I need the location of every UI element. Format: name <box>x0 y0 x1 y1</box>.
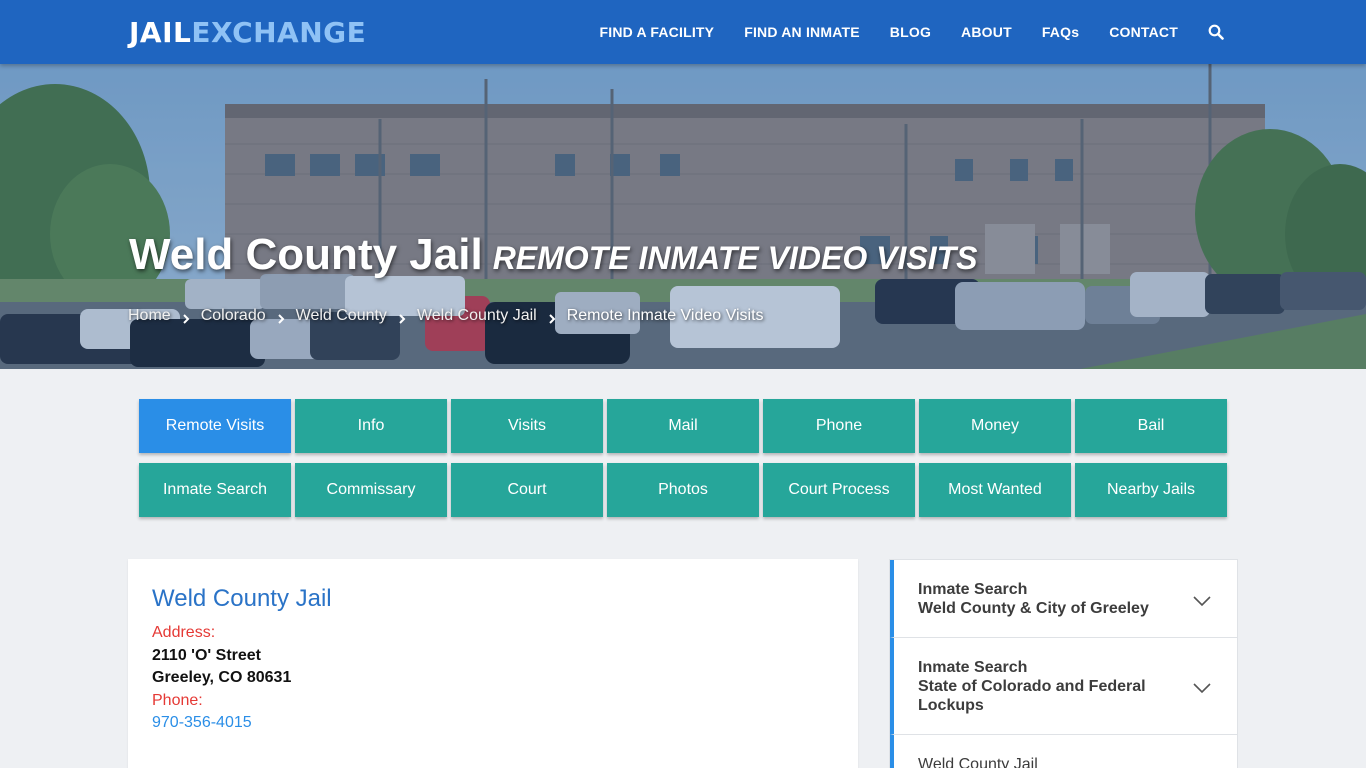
nav-contact[interactable]: CONTACT <box>1109 24 1178 40</box>
phone-link[interactable]: 970-356-4015 <box>152 714 252 732</box>
accordion-inmate-search-county[interactable]: Inmate Search Weld County & City of Gree… <box>890 560 1237 638</box>
breadcrumb-facility[interactable]: Weld County Jail <box>417 307 537 325</box>
logo-exchange-text: EXCHANGE <box>191 16 367 49</box>
breadcrumb: Home Colorado Weld County Weld County Ja… <box>128 307 764 325</box>
address-label: Address: <box>152 624 216 641</box>
address-line2: Greeley, CO 80631 <box>152 669 292 686</box>
chevron-right-icon <box>182 311 190 324</box>
tab-most-wanted[interactable]: Most Wanted <box>919 463 1071 517</box>
tab-inmate-search[interactable]: Inmate Search <box>139 463 291 517</box>
sidebar-accordion: Inmate Search Weld County & City of Gree… <box>889 559 1238 768</box>
breadcrumb-state[interactable]: Colorado <box>201 307 266 325</box>
tab-remote-visits[interactable]: Remote Visits <box>139 399 291 453</box>
accordion-item-title: Inmate Search <box>918 659 1028 676</box>
facility-info-card: Weld County Jail Address: 2110 'O' Stree… <box>128 559 858 768</box>
page-title-facility: Weld County Jail <box>129 230 483 279</box>
tab-mail[interactable]: Mail <box>607 399 759 453</box>
nav-find-facility[interactable]: FIND A FACILITY <box>599 24 714 40</box>
nav-find-inmate[interactable]: FIND AN INMATE <box>744 24 860 40</box>
tab-nearby-jails[interactable]: Nearby Jails <box>1075 463 1227 517</box>
page-title-topic: REMOTE INMATE VIDEO VISITS <box>492 240 978 276</box>
phone-label: Phone: <box>152 692 203 709</box>
tab-bail[interactable]: Bail <box>1075 399 1227 453</box>
search-icon[interactable] <box>1208 24 1224 40</box>
address-line1: 2110 'O' Street <box>152 647 262 664</box>
chevron-right-icon <box>398 311 406 324</box>
tab-commissary[interactable]: Commissary <box>295 463 447 517</box>
chevron-down-icon <box>1193 680 1211 694</box>
accordion-inmate-search-state[interactable]: Inmate Search State of Colorado and Fede… <box>890 638 1237 735</box>
hero-banner: Weld County Jail REMOTE INMATE VIDEO VISI… <box>0 64 1366 369</box>
chevron-right-icon <box>277 311 285 324</box>
site-logo[interactable]: JAILEXCHANGE <box>129 16 366 50</box>
tab-visits[interactable]: Visits <box>451 399 603 453</box>
tab-court-process[interactable]: Court Process <box>763 463 915 517</box>
breadcrumb-county[interactable]: Weld County <box>296 307 387 325</box>
chevron-right-icon <box>548 311 556 324</box>
tab-photos[interactable]: Photos <box>607 463 759 517</box>
facility-name: Weld County Jail <box>152 585 332 612</box>
accordion-item-subtitle: State of Colorado and Federal Lockups <box>918 678 1146 714</box>
nav-blog[interactable]: BLOG <box>890 24 931 40</box>
accordion-item-title: Weld County Jail <box>918 756 1038 768</box>
logo-jail-text: JAIL <box>129 16 192 49</box>
breadcrumb-home[interactable]: Home <box>128 307 171 325</box>
main-nav: FIND A FACILITY FIND AN INMATE BLOG ABOU… <box>569 0 1224 64</box>
tab-money[interactable]: Money <box>919 399 1071 453</box>
top-navbar: JAILEXCHANGE FIND A FACILITY FIND AN INM… <box>0 0 1366 64</box>
breadcrumb-current: Remote Inmate Video Visits <box>566 307 764 324</box>
facility-tabs: Remote Visits Info Visits Mail Phone Mon… <box>139 399 1229 517</box>
tab-info[interactable]: Info <box>295 399 447 453</box>
accordion-weld-county-jail[interactable]: Weld County Jail <box>890 735 1237 768</box>
accordion-item-subtitle: Weld County & City of Greeley <box>918 600 1149 617</box>
accordion-item-title: Inmate Search <box>918 581 1028 598</box>
nav-about[interactable]: ABOUT <box>961 24 1012 40</box>
nav-faqs[interactable]: FAQs <box>1042 24 1079 40</box>
chevron-down-icon <box>1193 593 1211 606</box>
tab-phone[interactable]: Phone <box>763 399 915 453</box>
tab-court[interactable]: Court <box>451 463 603 517</box>
page-title: Weld County Jail REMOTE INMATE VIDEO VISI… <box>129 230 977 280</box>
